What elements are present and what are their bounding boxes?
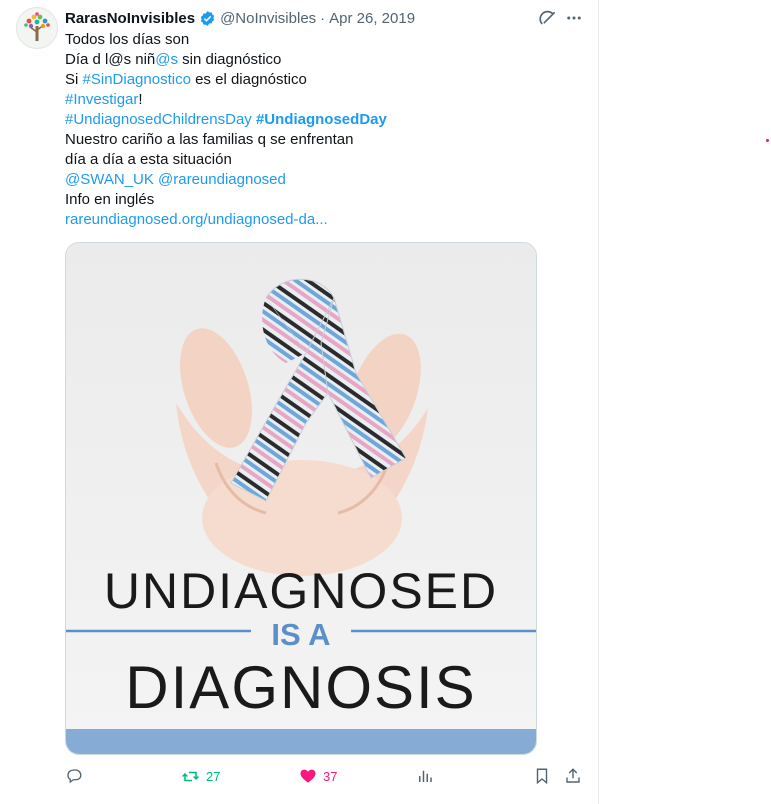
like-count: 37 [323, 768, 338, 784]
tweet-text: Todos los días son Día d l@s niñ@s sin d… [65, 30, 565, 230]
tweet-date[interactable]: Apr 26, 2019 [329, 10, 415, 27]
mention-rareundiagnosed[interactable]: @rareundiagnosed [158, 171, 286, 188]
image-text-diagnosis: DIAGNOSIS [125, 654, 476, 721]
hashtag-undiagnosedchildrensday[interactable]: #UndiagnosedChildrensDay [65, 111, 252, 128]
reply-button[interactable] [65, 765, 89, 787]
hashtag-investigar[interactable]: #Investigar [65, 91, 138, 108]
text-span: es el diagnóstico [190, 71, 307, 88]
like-button[interactable]: 37 [299, 765, 337, 787]
text-span: Nuestro cariño a las familias q se enfre… [65, 131, 354, 148]
hashtag-undiagnosedday[interactable]: #UndiagnosedDay [256, 111, 387, 128]
author-name[interactable]: RarasNoInvisibles [65, 10, 195, 27]
text-line-8: @SWAN_UK @rareundiagnosed [65, 170, 565, 190]
more-button[interactable] [565, 9, 583, 32]
retweet-count: 27 [206, 768, 221, 784]
action-bar: 27 37 [65, 765, 585, 787]
share-icon [566, 768, 580, 783]
text-line-4: #Investigar! [65, 90, 565, 110]
text-line-6: Nuestro cariño a las familias q se enfre… [65, 130, 565, 150]
text-line-1: Todos los días son [65, 30, 565, 50]
text-span: Día d l@s niñ [65, 51, 156, 68]
text-line-5: #UndiagnosedChildrensDay #UndiagnosedDay [65, 110, 565, 130]
url-link[interactable]: rareundiagnosed.org/undiagnosed-da... [65, 211, 328, 228]
verified-badge-icon [200, 10, 215, 26]
more-icon [567, 16, 581, 20]
tweet-image[interactable]: UNDIAGNOSED IS A DIAGNOSIS [65, 242, 537, 755]
avatar[interactable] [16, 7, 58, 49]
mention-swan-uk[interactable]: @SWAN_UK [65, 171, 154, 188]
header-separator: · [320, 9, 326, 27]
text-span: ! [138, 91, 143, 108]
tweet-header: RarasNoInvisibles @NoInvisibles · Apr 26… [65, 8, 415, 28]
hashtag-sindiagnostico[interactable]: #SinDiagnostico [83, 71, 191, 88]
grok-icon [539, 10, 556, 25]
bookmark-icon [536, 768, 548, 785]
tweet-card[interactable]: RarasNoInvisibles @NoInvisibles · Apr 26… [0, 0, 599, 804]
text-line-10: rareundiagnosed.org/undiagnosed-da... [65, 210, 565, 230]
text-span: Todos los días son [65, 31, 190, 48]
image-text-is-a: IS A [271, 617, 330, 652]
text-line-2: Día d l@s niñ@s sin diagnóstico [65, 50, 565, 70]
retweet-button[interactable]: 27 [181, 765, 220, 787]
text-span: sin diagnóstico [178, 51, 282, 68]
text-line-9: Info en inglés [65, 190, 565, 210]
reply-icon [67, 769, 82, 784]
tree-logo-icon [24, 12, 50, 41]
undiagnosed-ribbon-image: UNDIAGNOSED IS A DIAGNOSIS [66, 243, 536, 754]
author-handle[interactable]: @NoInvisibles [220, 10, 316, 27]
views-button[interactable] [416, 765, 434, 787]
text-span: Info en inglés [65, 191, 155, 208]
text-span: día a día a esta situación [65, 151, 232, 168]
share-button[interactable] [564, 765, 582, 787]
text-line-7: día a día a esta situación [65, 150, 565, 170]
heart-icon [300, 769, 316, 783]
retweet-icon [182, 771, 199, 781]
views-icon [419, 770, 432, 782]
mention-link-s[interactable]: @s [155, 51, 178, 68]
stray-red-dot [766, 139, 769, 142]
text-span: Si [65, 71, 83, 88]
text-line-3: Si #SinDiagnostico es el diagnóstico [65, 70, 565, 90]
image-text-undiagnosed: UNDIAGNOSED [104, 563, 498, 619]
bookmark-button[interactable] [533, 765, 551, 787]
